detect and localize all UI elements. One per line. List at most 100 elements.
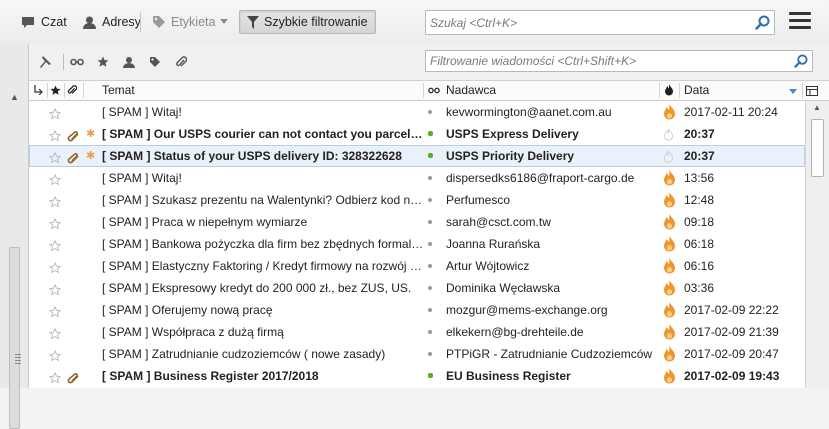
message-subject: [ SPAM ] Ekspresowy kredyt do 200 000 zł…: [102, 281, 412, 295]
star-column-icon[interactable]: [50, 81, 61, 100]
message-row[interactable]: [ SPAM ] Szukasz prezentu na Walentynki?…: [29, 189, 805, 211]
message-sender: Artur Wójtowicz: [446, 259, 530, 273]
read-status-column-icon[interactable]: [428, 81, 440, 100]
message-subject: [ SPAM ] Zatrudnianie cudzoziemców ( now…: [102, 347, 386, 361]
column-picker-icon[interactable]: [806, 81, 818, 100]
read-status-dot[interactable]: [428, 220, 432, 224]
star-icon[interactable]: [95, 54, 111, 70]
contact-icon[interactable]: [121, 54, 137, 70]
funnel-icon: [247, 15, 259, 29]
scrollbar-thumb[interactable]: [811, 119, 824, 177]
message-row[interactable]: [ SPAM ] Praca w niepełnym wymiarze sarah…: [29, 211, 805, 233]
message-date: 06:16: [684, 259, 715, 273]
read-status-dot[interactable]: [428, 330, 432, 334]
message-sender: mozgur@mems-exchange.org: [446, 303, 608, 317]
hamburger-menu-icon[interactable]: [789, 12, 811, 32]
message-filter-box[interactable]: [425, 50, 813, 72]
message-row[interactable]: [ SPAM ] Ekspresowy kredyt do 200 000 zł…: [29, 277, 805, 299]
tag-label: Etykieta: [171, 15, 216, 29]
column-date[interactable]: Data: [684, 81, 709, 100]
message-date: 06:18: [684, 237, 715, 251]
folder-pane-scrollbar[interactable]: [9, 247, 20, 429]
tag-button[interactable]: Etykieta: [146, 10, 234, 34]
quick-filter-label: Szybkie filtrowanie: [264, 15, 368, 29]
unread-glasses-icon[interactable]: [69, 54, 85, 70]
message-row[interactable]: ✱ [ SPAM ] Our USPS courier can not conta…: [29, 123, 805, 145]
message-sender: sarah@csct.com.tw: [446, 215, 551, 229]
column-subject[interactable]: Temat: [102, 81, 135, 100]
message-sender: Joanna Rurańska: [446, 237, 541, 251]
scrollbar-grip-icon: [15, 354, 21, 364]
message-subject: [ SPAM ] Bankowa pożyczka dla firm bez z…: [102, 237, 424, 251]
message-sender: USPS Priority Delivery: [446, 149, 575, 163]
search-icon[interactable]: [755, 15, 770, 33]
search-icon[interactable]: [794, 54, 808, 71]
message-row[interactable]: [ SPAM ] Oferujemy nową pracę mozgur@mems…: [29, 299, 805, 321]
message-row[interactable]: [ SPAM ] Elastyczny Faktoring / Kredyt f…: [29, 255, 805, 277]
quick-filter-button[interactable]: Szybkie filtrowanie: [239, 10, 376, 34]
main-toolbar: Czat Adresy Etykieta Szybkie filtrowanie: [0, 0, 829, 45]
global-search-box[interactable]: [425, 10, 775, 35]
message-list-scrollbar[interactable]: ▲: [805, 101, 829, 388]
attachment-icon: [67, 370, 80, 388]
filter-separator: [63, 54, 64, 70]
message-date: 13:56: [684, 171, 715, 185]
attachment-icon[interactable]: [173, 54, 189, 70]
message-row[interactable]: [ SPAM ] Współpraca z dużą firmą elkekern…: [29, 321, 805, 343]
read-status-dot[interactable]: [428, 352, 432, 356]
new-message-icon: ✱: [86, 150, 96, 162]
read-status-dot[interactable]: [428, 153, 433, 158]
tag-icon: [152, 15, 166, 29]
scroll-up-arrow-icon[interactable]: ▲: [813, 103, 821, 112]
message-list-header: Temat Nadawca Data: [29, 81, 829, 101]
read-status-dot[interactable]: [428, 198, 432, 202]
read-status-dot[interactable]: [428, 242, 432, 246]
junk-flame-icon[interactable]: [663, 368, 676, 388]
message-subject: [ SPAM ] Witaj!: [102, 105, 182, 119]
message-date: 2017-02-09 20:47: [684, 347, 779, 361]
message-subject: [ SPAM ] Współpraca z dużą firmą: [102, 325, 284, 339]
message-sender: Dominika Węcławska: [446, 281, 561, 295]
read-status-dot[interactable]: [428, 286, 432, 290]
thread-column-icon[interactable]: [34, 81, 43, 100]
message-date: 12:48: [684, 193, 715, 207]
read-status-dot[interactable]: [428, 264, 432, 268]
message-subject: [ SPAM ] Szukasz prezentu na Walentynki?…: [102, 193, 424, 207]
chat-icon: [20, 15, 36, 30]
message-row[interactable]: [ SPAM ] Witaj! kevwormington@aanet.com.a…: [29, 101, 805, 123]
message-row[interactable]: [ SPAM ] Business Register 2017/2018 EU B…: [29, 365, 805, 387]
message-list[interactable]: [ SPAM ] Witaj! kevwormington@aanet.com.a…: [29, 101, 805, 388]
message-subject: [ SPAM ] Business Register 2017/2018: [102, 369, 319, 383]
message-row[interactable]: [ SPAM ] Zatrudnianie cudzoziemców ( now…: [29, 343, 805, 365]
message-sender: Perfumesco: [446, 193, 511, 207]
message-sender: USPS Express Delivery: [446, 127, 579, 141]
message-row[interactable]: [ SPAM ] Witaj! dispersedks6186@fraport-c…: [29, 167, 805, 189]
global-search-input[interactable]: [430, 11, 709, 34]
message-subject: [ SPAM ] Witaj!: [102, 171, 182, 185]
message-sender: dispersedks6186@fraport-cargo.de: [446, 171, 635, 185]
message-sender: kevwormington@aanet.com.au: [446, 105, 612, 119]
address-book-label: Adresy: [102, 15, 141, 29]
read-status-dot[interactable]: [428, 176, 432, 180]
message-sender: elkekern@bg-drehteile.de: [446, 325, 584, 339]
star-icon[interactable]: [48, 369, 62, 388]
chat-button[interactable]: Czat: [14, 10, 73, 34]
message-filter-input[interactable]: [430, 51, 739, 71]
sort-descending-icon: [789, 81, 797, 100]
junk-column-icon[interactable]: [664, 81, 674, 100]
scroll-up-arrow-icon[interactable]: ▲: [10, 92, 19, 102]
column-sender[interactable]: Nadawca: [446, 81, 496, 100]
message-subject: [ SPAM ] Praca w niepełnym wymiarze: [102, 215, 308, 229]
read-status-dot[interactable]: [428, 110, 432, 114]
read-status-dot[interactable]: [428, 308, 432, 312]
read-status-dot[interactable]: [428, 131, 433, 136]
attachment-column-icon[interactable]: [67, 81, 78, 100]
read-status-dot[interactable]: [428, 373, 433, 378]
message-row[interactable]: [ SPAM ] Bankowa pożyczka dla firm bez z…: [29, 233, 805, 255]
tag-icon[interactable]: [147, 54, 163, 70]
message-subject: [ SPAM ] Our USPS courier can not contac…: [102, 127, 424, 141]
pin-icon[interactable]: [37, 54, 53, 70]
address-book-button[interactable]: Adresy: [76, 10, 147, 34]
message-date: 09:18: [684, 215, 715, 229]
message-row[interactable]: ✱ [ SPAM ] Status of your USPS delivery I…: [29, 145, 805, 167]
